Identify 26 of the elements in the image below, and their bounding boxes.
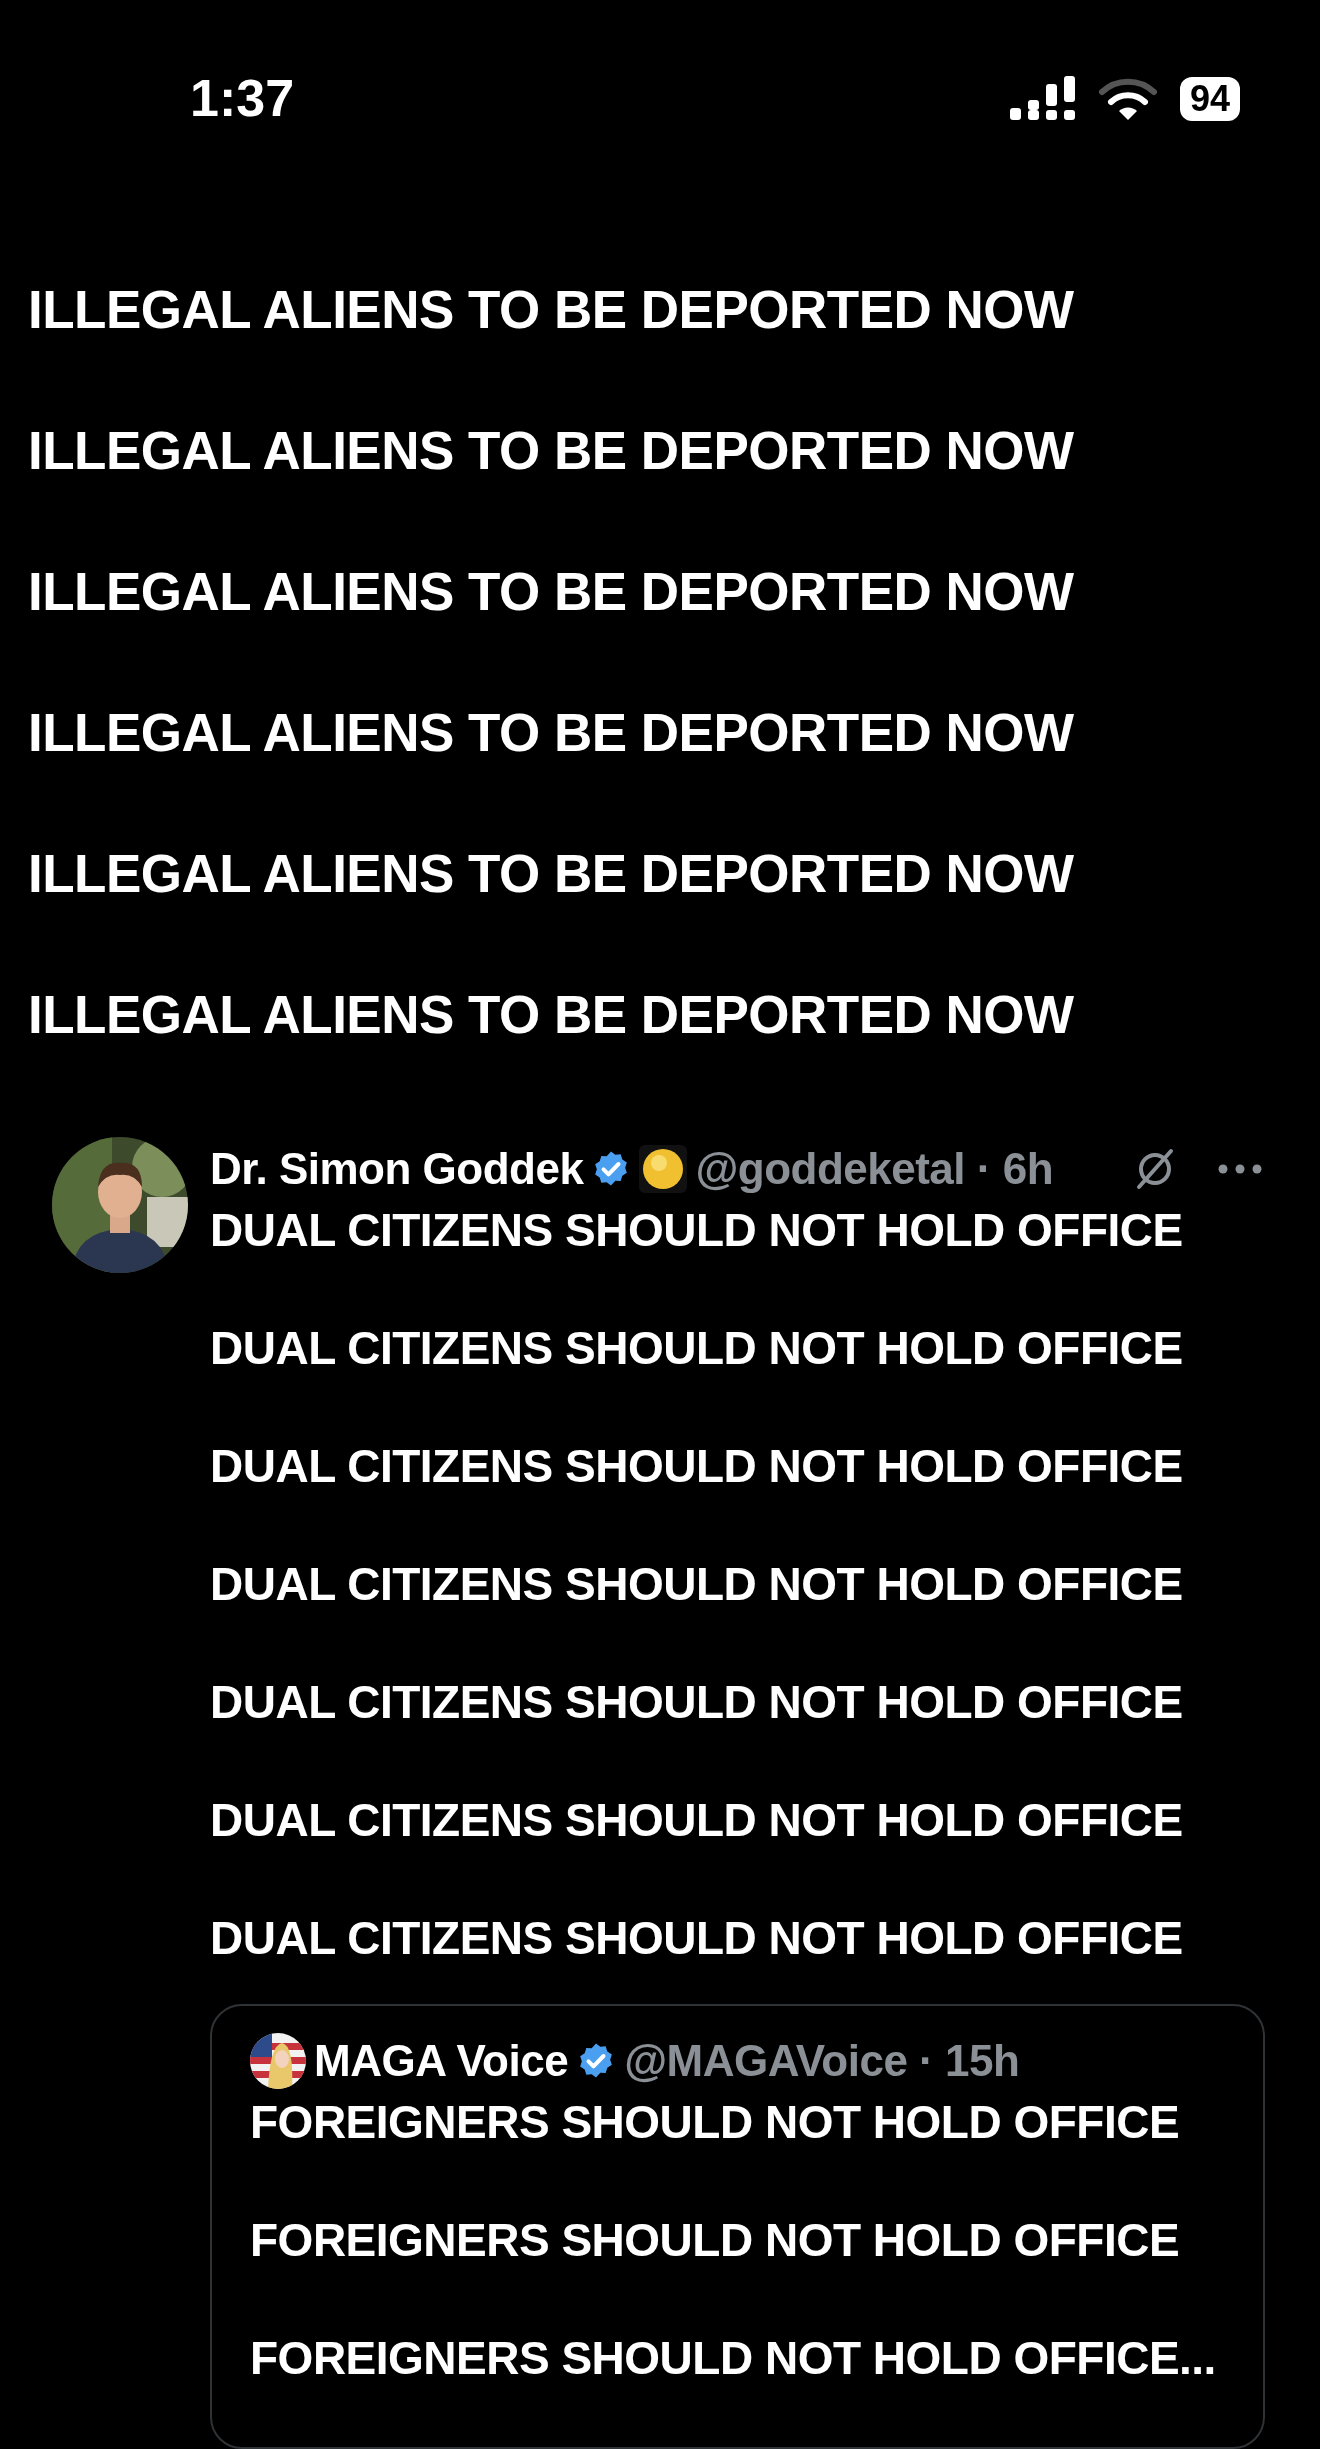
post-text: FOREIGNERS SHOULD NOT HOLD OFFICE... (250, 2332, 1217, 2384)
signal-icon (1009, 76, 1076, 122)
handle-and-time: @MAGAVoice · 15h (624, 2036, 1020, 2086)
quoted-post-card[interactable]: MAGA Voice @MAGAVoice · 15h FOREIGNERS SHOULD NOT HOLD OFFICE FOREIGNERS SHOULD NOT HOLD OFFICE FOREIGNERS SHOULD NOT HOLD OFFICE... (210, 2004, 1265, 2449)
post-text: DUAL CITIZENS SHOULD NOT HOLD OFFICE (210, 1912, 1184, 1964)
post-text: ILLEGAL ALIENS TO BE DEPORTED NOW (28, 283, 1075, 337)
post-text: ILLEGAL ALIENS TO BE DEPORTED NOW (28, 424, 1075, 478)
author-name[interactable]: Dr. Simon Goddek (210, 1144, 584, 1194)
post-text: DUAL CITIZENS SHOULD NOT HOLD OFFICE (210, 1204, 1184, 1256)
post-text: DUAL CITIZENS SHOULD NOT HOLD OFFICE (210, 1794, 1184, 1846)
post-text: ILLEGAL ALIENS TO BE DEPORTED NOW (28, 988, 1075, 1042)
status-time: 1:37 (190, 70, 295, 126)
battery-level: 94 (1179, 77, 1240, 121)
wifi-icon (1097, 76, 1158, 122)
post-text: ILLEGAL ALIENS TO BE DEPORTED NOW (28, 706, 1075, 760)
post-text: DUAL CITIZENS SHOULD NOT HOLD OFFICE (210, 1440, 1184, 1492)
post-text: DUAL CITIZENS SHOULD NOT HOLD OFFICE (210, 1558, 1184, 1610)
post-text: FOREIGNERS SHOULD NOT HOLD OFFICE (250, 2096, 1181, 2148)
post-text: ILLEGAL ALIENS TO BE DEPORTED NOW (28, 565, 1075, 619)
post-text: DUAL CITIZENS SHOULD NOT HOLD OFFICE (210, 1676, 1184, 1728)
author-name[interactable]: MAGA Voice (314, 2036, 569, 2086)
post-text: DUAL CITIZENS SHOULD NOT HOLD OFFICE (210, 1322, 1184, 1374)
post-text: ILLEGAL ALIENS TO BE DEPORTED NOW (28, 847, 1075, 901)
post-text: FOREIGNERS SHOULD NOT HOLD OFFICE (250, 2214, 1181, 2266)
emoji-icon (639, 1145, 688, 1193)
handle-and-time: @goddeketal · 6h (695, 1144, 1053, 1194)
